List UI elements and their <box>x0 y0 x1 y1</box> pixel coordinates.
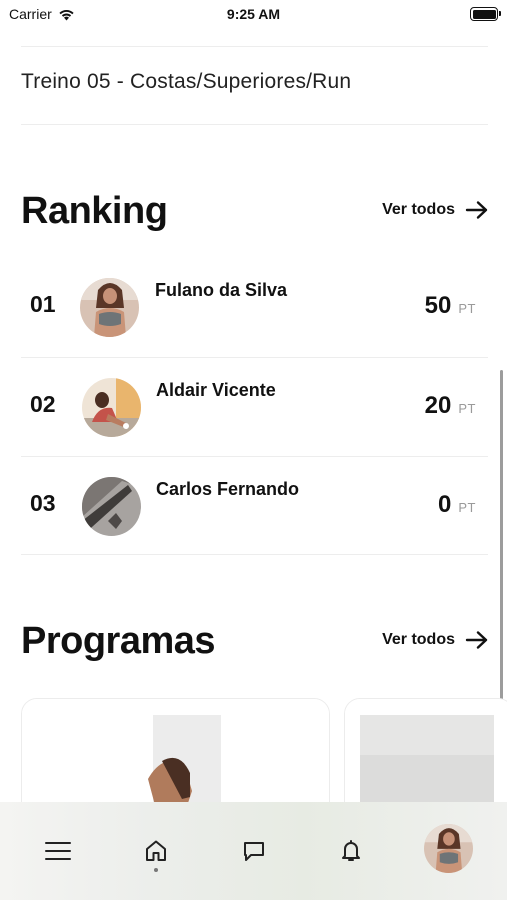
status-bar: Carrier 9:25 AM <box>0 0 507 28</box>
scroll-indicator[interactable] <box>500 370 503 710</box>
divider <box>21 124 488 125</box>
ranking-score: 0 PT <box>438 491 476 519</box>
score-value: 50 <box>424 292 452 319</box>
status-time: 9:25 AM <box>226 6 281 22</box>
programs-title: Programas <box>21 620 216 662</box>
workout-title[interactable]: Treino 05 - Costas/Superiores/Run <box>21 70 351 94</box>
battery-icon <box>470 7 501 21</box>
ranking-score: 20 PT <box>425 392 476 420</box>
ranking-score: 50 PT <box>425 292 476 320</box>
divider <box>21 46 488 47</box>
ranking-name: Fulano da Silva <box>155 280 288 300</box>
ranking-row[interactable]: 01 Fulano da Silva 50 PT <box>21 258 488 356</box>
score-value: 0 <box>438 491 452 518</box>
menu-icon[interactable] <box>38 831 78 871</box>
divider <box>21 554 488 555</box>
ranking-row[interactable]: 03 Carlos Fernando 0 PT <box>21 457 488 555</box>
ranking-position: 02 <box>30 391 56 417</box>
see-all-label: Ver todos <box>382 631 455 648</box>
avatar <box>82 378 141 437</box>
ranking-name: Aldair Vicente <box>156 380 276 400</box>
score-unit: PT <box>458 500 476 515</box>
ranking-position: 03 <box>30 490 56 516</box>
ranking-title: Ranking <box>21 190 168 232</box>
score-unit: PT <box>458 401 476 416</box>
score-value: 20 <box>424 392 452 419</box>
profile-avatar[interactable] <box>424 824 473 873</box>
avatar <box>82 477 141 536</box>
arrow-right-icon <box>465 201 488 219</box>
chat-icon[interactable] <box>234 831 274 871</box>
bottom-navigation <box>0 802 507 900</box>
active-indicator <box>154 868 158 872</box>
avatar <box>80 278 139 337</box>
ranking-see-all-button[interactable]: Ver todos <box>382 200 489 220</box>
ranking-position: 01 <box>30 291 56 317</box>
ranking-row[interactable]: 02 Aldair Vicente 20 PT <box>21 358 488 456</box>
score-unit: PT <box>458 301 476 316</box>
ranking-name: Carlos Fernando <box>156 479 300 499</box>
bell-icon[interactable] <box>331 831 371 871</box>
arrow-right-icon <box>465 631 488 649</box>
programs-see-all-button[interactable]: Ver todos <box>382 630 489 650</box>
home-icon[interactable] <box>136 831 176 871</box>
see-all-label: Ver todos <box>382 201 455 218</box>
